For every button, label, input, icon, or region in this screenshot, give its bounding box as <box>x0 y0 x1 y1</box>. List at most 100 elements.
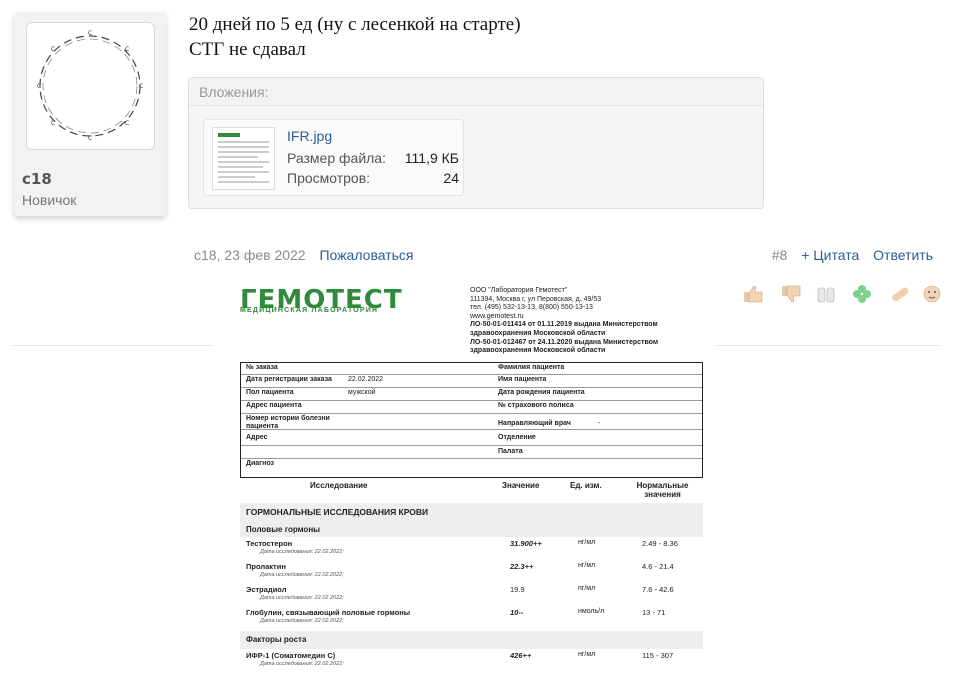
column-header: Исследование <box>310 481 368 490</box>
form-field-label: Имя пациента <box>498 376 547 383</box>
thumbs-up-icon[interactable] <box>744 285 763 303</box>
post-actions: #8 + Цитата Ответить <box>772 247 933 263</box>
lab-report-image[interactable]: ГЕМОТЕСТ МЕДИЦИНСКАЯ ЛАБОРАТОРИЯ ООО "Ла… <box>213 273 716 690</box>
message-line: 20 дней по 5 ед (ну с лесенкой на старте… <box>189 14 521 35</box>
clover-icon[interactable] <box>853 285 871 303</box>
form-field-label: Направляющий врач <box>498 420 571 427</box>
form-field-label: Диагноз <box>246 460 274 467</box>
report-link[interactable]: Пожаловаться <box>319 247 413 263</box>
test-value: 426++ <box>510 651 532 660</box>
svg-text:C: C <box>88 30 92 37</box>
bandage-icon[interactable] <box>891 286 910 302</box>
lab-info-line: здравоохранения Московской области <box>470 347 606 355</box>
svg-text:C: C <box>139 83 143 90</box>
test-date: Дата исследования: 22.02.2022; <box>260 618 344 624</box>
form-field-label: Адрес <box>246 434 268 441</box>
svg-text:C: C <box>51 46 55 53</box>
test-name: Пролактин <box>246 562 286 571</box>
section-title: Половые гормоны <box>246 525 320 534</box>
file-size-value: 111,9 КБ <box>404 150 459 166</box>
lab-info-line: тел. (495) 532-13-13, 8(800) 550-13-13 <box>470 304 593 312</box>
section-title: Факторы роста <box>246 635 307 644</box>
form-rule <box>241 429 702 430</box>
column-header: Нормальные значения <box>636 481 689 499</box>
test-unit: пг/мл <box>578 585 596 592</box>
file-views-value: 24 <box>443 170 459 186</box>
lab-info-line: 111394, Москва г, ул Перовская, д. 49/53 <box>470 295 602 303</box>
form-field-value: - <box>598 420 601 427</box>
form-rule <box>241 458 702 459</box>
avatar[interactable]: C C C C C C C C <box>26 22 155 150</box>
form-field-label: Дата регистрации заказа <box>246 376 332 383</box>
carbon-ring-icon: C C C C C C C C <box>37 30 143 142</box>
section-title: ГОРМОНАЛЬНЫЕ ИССЛЕДОВАНИЯ КРОВИ <box>246 507 429 517</box>
form-field-label: № страхового полиса <box>498 402 574 409</box>
attachments-header: Вложения: <box>189 78 763 106</box>
form-field-label: Отделение <box>498 434 536 441</box>
test-date: Дата исследования: 22.02.2022; <box>260 572 344 578</box>
message-line: СТГ не сдавал <box>189 39 306 60</box>
form-field-label: Адрес пациента <box>246 402 302 409</box>
test-unit: нг/мл <box>578 562 596 569</box>
post-number[interactable]: #8 <box>772 247 788 263</box>
test-norm: 13 - 71 <box>642 608 666 617</box>
lab-info-line: ЛО-50-01-012467 от 24.11.2020 выдана Мин… <box>470 338 659 346</box>
test-date: Дата исследования: 22.02.2022; <box>260 549 344 555</box>
file-size-label: Размер файла: <box>287 150 386 166</box>
cheers-icon[interactable] <box>817 287 835 303</box>
svg-text:C: C <box>125 46 129 53</box>
form-field-label: Фамилия пациента <box>498 364 565 371</box>
lab-info-line: здравоохранения Московской области <box>470 330 606 337</box>
form-rule <box>241 400 702 401</box>
test-value: 19.9 <box>510 585 525 594</box>
attachment-thumbnail[interactable] <box>212 127 275 190</box>
document-thumbnail-icon <box>218 133 269 183</box>
face-icon[interactable] <box>923 285 941 303</box>
form-rule <box>241 445 702 446</box>
test-value: 31.900++ <box>510 539 542 548</box>
reply-button[interactable]: Ответить <box>873 247 933 263</box>
test-norm: 2.49 - 8.36 <box>642 539 678 548</box>
svg-text:C: C <box>51 120 55 127</box>
section-header <box>240 631 703 649</box>
file-views-row: Просмотров: 24 <box>287 170 459 186</box>
lab-info-line: ООО "Лаборатория Гемотест" <box>470 287 568 294</box>
test-unit: нг/мл <box>578 651 596 658</box>
test-norm: 4.6 - 21.4 <box>642 562 674 571</box>
post-author-date[interactable]: с18, 23 фев 2022 <box>194 247 306 263</box>
test-date: Дата исследования: 22.02.2022; <box>260 661 344 667</box>
form-rule <box>241 387 702 388</box>
form-field-label: № заказа <box>246 364 278 371</box>
test-name: Глобулин, связывающий половые гормоны <box>246 608 411 617</box>
form-field-label: Палата <box>498 448 523 455</box>
thumbs-down-icon[interactable] <box>782 285 801 303</box>
form-field-label: Пол пациента <box>246 389 294 396</box>
username[interactable]: с18 <box>22 170 52 188</box>
form-field-label: Дата рождения пациента <box>498 389 585 396</box>
test-norm: 115 - 307 <box>642 651 674 660</box>
attachment-file[interactable]: IFR.jpg Размер файла: 111,9 КБ Просмотро… <box>203 119 464 196</box>
post-meta: с18, 23 фев 2022 Пожаловаться <box>194 247 414 263</box>
test-name: ИФР-1 (Соматомедин С) <box>246 651 336 660</box>
test-norm: 7.6 - 42.6 <box>642 585 674 594</box>
form-rule <box>241 374 702 375</box>
user-card: C C C C C C C C с18 Новичок <box>14 12 166 216</box>
message-body: 20 дней по 5 ед (ну с лесенкой на старте… <box>189 12 521 62</box>
form-field-value: 22.02.2022 <box>348 376 384 383</box>
patient-form: № заказа Дата регистрации заказа Пол пацие… <box>240 362 703 478</box>
test-name: Эстрадиол <box>246 585 287 594</box>
lab-info-line: ЛО-50-01-011414 от 01.11.2019 выдана Мин… <box>470 321 658 329</box>
test-name: Тестостерон <box>246 539 293 548</box>
test-value: 22.3++ <box>510 562 534 571</box>
quote-button[interactable]: + Цитата <box>801 247 859 263</box>
test-value: 10-- <box>510 608 524 617</box>
form-field-value: мужской <box>348 389 376 396</box>
lab-logo-sub: МЕДИЦИНСКАЯ ЛАБОРАТОРИЯ <box>240 307 379 314</box>
attachments-block: Вложения: IFR.jpg Размер файла: 111,9 КБ… <box>188 77 764 209</box>
lab-info-line: www.gemotest.ru <box>470 312 524 320</box>
file-size-row: Размер файла: 111,9 КБ <box>287 150 459 166</box>
attachment-filename[interactable]: IFR.jpg <box>287 128 332 144</box>
reactions-bar <box>742 284 942 304</box>
user-title: Новичок <box>22 192 77 208</box>
svg-text:C: C <box>88 135 92 142</box>
